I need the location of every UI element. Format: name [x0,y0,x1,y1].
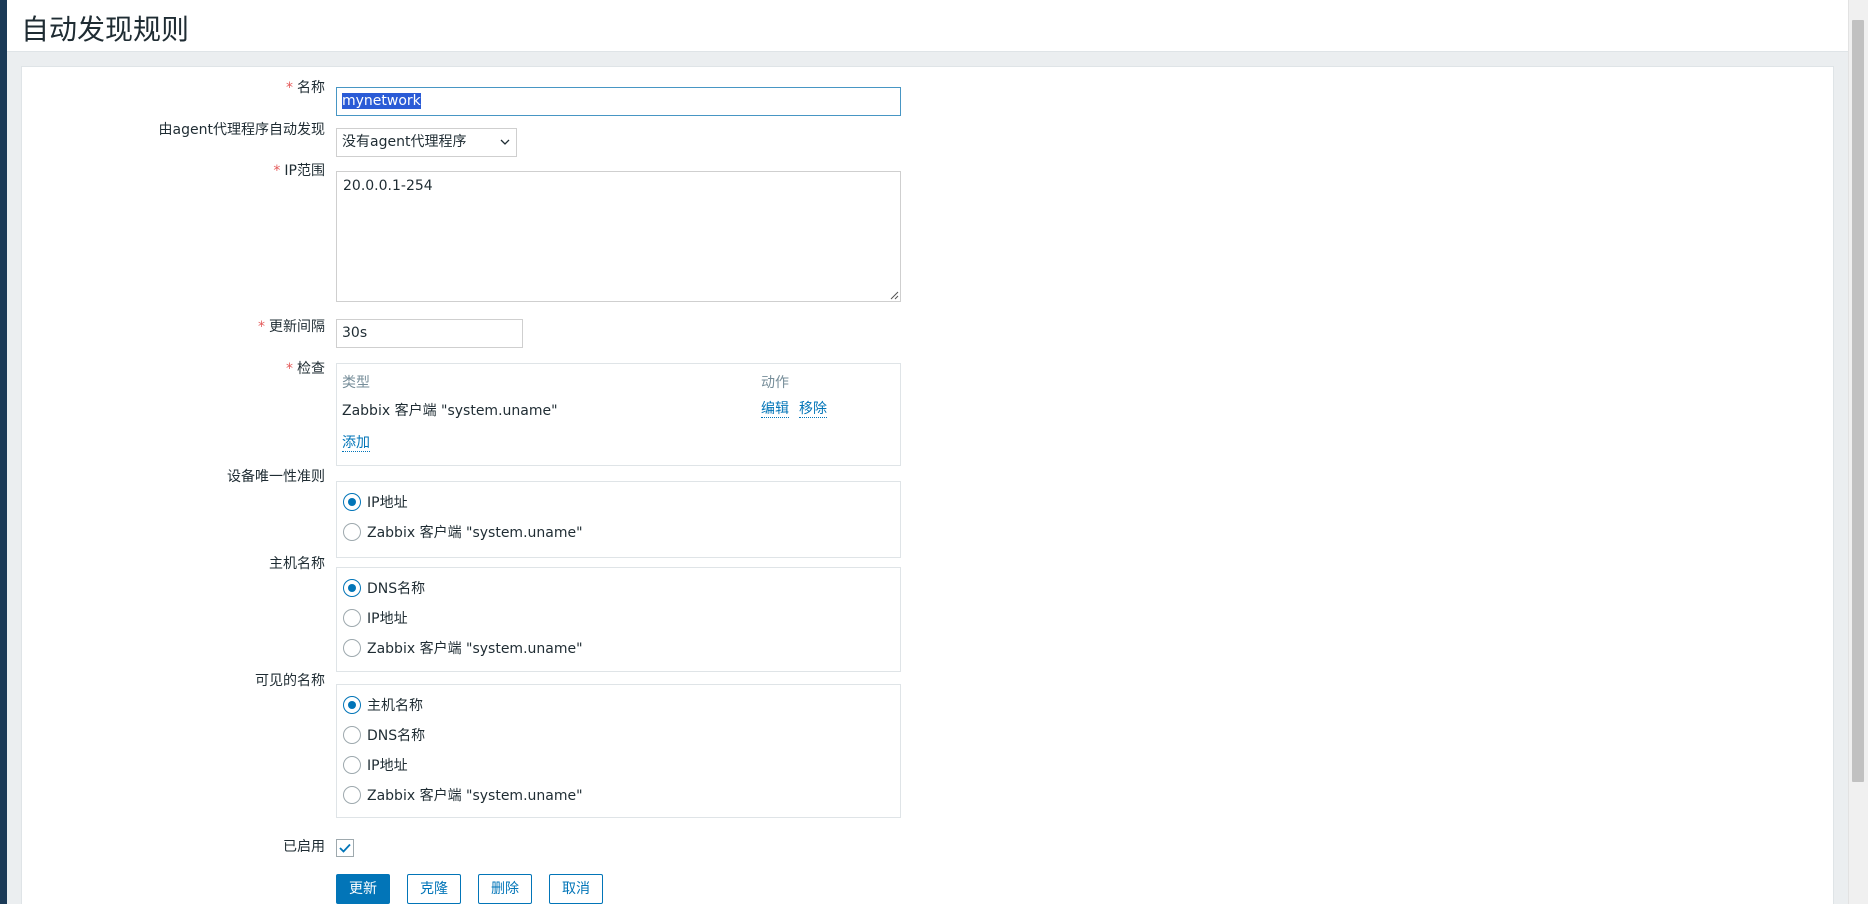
visible-name-option-label: DNS名称 [367,728,426,744]
update-button[interactable]: 更新 [336,874,390,904]
visible-name-label: 可见的名称 [255,673,325,689]
visible-name-option-agent[interactable]: Zabbix 客户端 "system.uname" [343,784,583,806]
radio-icon[interactable] [343,756,361,774]
radio-selected-icon[interactable] [343,493,361,511]
checks-col-action: 动作 [761,375,789,391]
radio-selected-icon[interactable] [343,696,361,714]
hostname-option-label: DNS名称 [367,581,426,597]
proxy-select[interactable]: 没有agent代理程序 [336,128,517,157]
hostname-option-agent[interactable]: Zabbix 客户端 "system.uname" [343,637,583,659]
hostname-option-label: Zabbix 客户端 "system.uname" [367,641,583,657]
checkmark-icon [339,843,351,853]
interval-label: * 更新间隔 [258,319,325,335]
hostname-option-label: IP地址 [367,611,408,627]
ip-range-textarea[interactable]: 20.0.0.1-254 [336,171,901,302]
radio-icon[interactable] [343,609,361,627]
radio-icon[interactable] [343,523,361,541]
check-type-cell: Zabbix 客户端 "system.uname" [342,403,558,419]
checks-col-type: 类型 [342,375,370,391]
name-input-value: mynetwork [342,93,421,109]
name-label: * 名称 [286,80,325,96]
check-edit-link[interactable]: 编辑 [761,401,789,418]
enabled-checkbox[interactable] [336,839,354,857]
scrollbar-thumb[interactable] [1852,20,1864,782]
visible-name-option-ip[interactable]: IP地址 [343,754,408,776]
enabled-label: 已启用 [283,839,325,855]
visible-name-option-hostname[interactable]: 主机名称 [343,694,423,716]
hostname-option-ip[interactable]: IP地址 [343,607,408,629]
radio-icon[interactable] [343,786,361,804]
check-remove-link[interactable]: 移除 [799,401,827,418]
ip-range-value: 20.0.0.1-254 [343,178,433,194]
hostname-group: DNS名称 IP地址 Zabbix 客户端 "system.uname" [336,567,901,672]
uniqueness-label: 设备唯一性准则 [227,469,325,485]
visible-name-option-dns[interactable]: DNS名称 [343,724,425,746]
page-header: 自动发现规则 [7,0,1848,52]
visible-name-option-label: Zabbix 客户端 "system.uname" [367,788,583,804]
hostname-option-dns[interactable]: DNS名称 [343,577,425,599]
page-title: 自动发现规则 [21,13,190,46]
clone-button[interactable]: 克隆 [407,874,461,904]
checks-table: 类型 动作 Zabbix 客户端 "system.uname" 编辑 移除 添加 [336,363,901,466]
proxy-select-value: 没有agent代理程序 [342,134,467,150]
ip-range-label: * IP范围 [273,163,325,179]
radio-selected-icon[interactable] [343,579,361,597]
proxy-label: 由agent代理程序自动发现 [158,122,325,138]
visible-name-option-label: IP地址 [367,758,408,774]
cancel-button[interactable]: 取消 [549,874,603,904]
uniqueness-option-label: Zabbix 客户端 "system.uname" [367,525,583,541]
checks-label: * 检查 [286,361,325,377]
visible-name-option-label: 主机名称 [367,698,423,714]
radio-icon[interactable] [343,726,361,744]
name-input[interactable]: mynetwork [336,87,901,116]
form-panel: * 名称 mynetwork 由agent代理程序自动发现 没有agent代理程序… [21,66,1834,904]
uniqueness-option-agent[interactable]: Zabbix 客户端 "system.uname" [343,521,583,543]
hostname-label: 主机名称 [269,556,325,572]
interval-value: 30s [342,325,368,341]
delete-button[interactable]: 删除 [478,874,532,904]
uniqueness-group: IP地址 Zabbix 客户端 "system.uname" [336,481,901,558]
chevron-down-icon [500,139,510,145]
sidebar-edge [0,0,7,904]
resize-grip-icon[interactable] [889,290,899,300]
radio-icon[interactable] [343,639,361,657]
uniqueness-option-ip[interactable]: IP地址 [343,491,408,513]
visible-name-group: 主机名称 DNS名称 IP地址 Zabbix 客户端 "system.uname… [336,684,901,818]
interval-input[interactable]: 30s [336,319,523,348]
uniqueness-option-label: IP地址 [367,495,408,511]
check-add-link[interactable]: 添加 [342,435,370,452]
